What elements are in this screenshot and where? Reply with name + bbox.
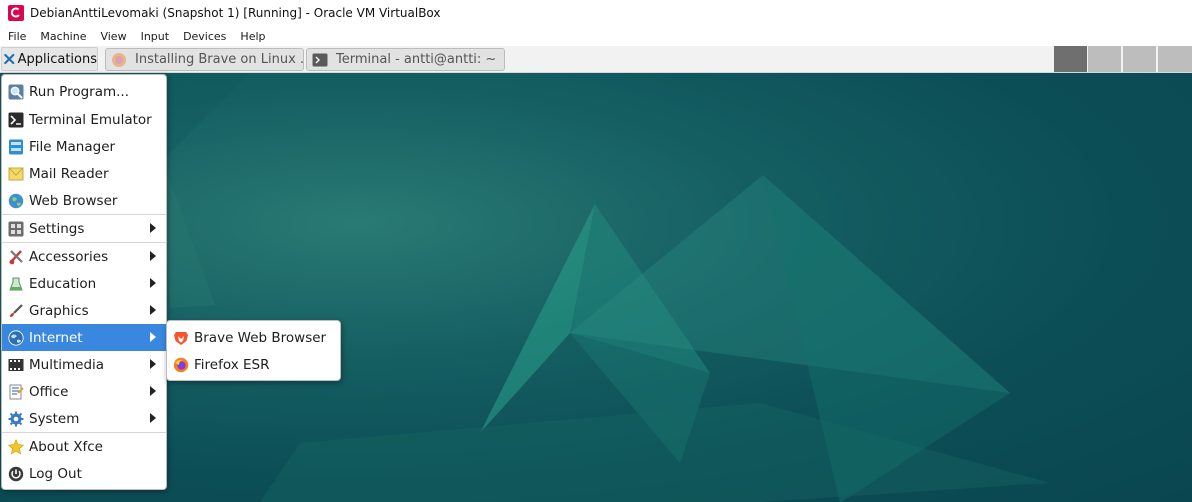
logout-icon	[8, 466, 24, 481]
search-icon	[8, 84, 24, 99]
submenu-arrow-icon	[150, 359, 156, 369]
accessories-icon	[9, 249, 23, 264]
menu-item-label: Settings	[29, 220, 85, 237]
menu-item-about-xfce[interactable]: About Xfce	[2, 433, 166, 460]
menu-item-web-browser[interactable]: Web Browser	[2, 187, 166, 214]
internet-submenu: Brave Web Browser Firefox ESR	[166, 320, 341, 381]
file-manager-icon	[9, 139, 23, 154]
taskbar-item-label: Terminal - antti@antti: ~	[336, 52, 497, 67]
firefox-icon	[112, 52, 126, 67]
menu-item-label: Terminal Emulator	[29, 111, 152, 128]
menu-item-label: Internet	[29, 329, 83, 346]
menu-input[interactable]: Input	[134, 30, 176, 43]
menu-item-system[interactable]: System	[2, 405, 166, 432]
menu-item-label: Web Browser	[29, 192, 118, 209]
menu-item-label: Education	[29, 275, 97, 292]
menu-item-office[interactable]: Office	[2, 378, 166, 405]
mail-icon	[8, 167, 24, 180]
debian-swirl-icon	[8, 5, 24, 21]
settings-icon	[8, 221, 24, 236]
education-icon	[9, 277, 23, 290]
star-icon	[8, 438, 24, 454]
firefox-icon	[173, 357, 189, 372]
menu-item-settings[interactable]: Settings	[2, 215, 166, 242]
brave-lion-icon	[174, 331, 188, 345]
menu-item-brave-web-browser[interactable]: Brave Web Browser	[167, 324, 340, 351]
menu-devices[interactable]: Devices	[176, 30, 233, 43]
menu-machine[interactable]: Machine	[33, 30, 93, 43]
menu-item-label: System	[29, 410, 80, 427]
office-icon	[9, 384, 24, 399]
submenu-arrow-icon	[150, 305, 156, 315]
menu-item-multimedia[interactable]: Multimedia	[2, 351, 166, 378]
menu-item-label: About Xfce	[29, 438, 103, 455]
terminal-icon	[312, 53, 328, 66]
taskbar-item-browser[interactable]: Installing Brave on Linux ...	[105, 48, 304, 71]
menu-item-label: Mail Reader	[29, 165, 109, 182]
submenu-arrow-icon	[150, 251, 156, 261]
menu-item-label: Firefox ESR	[194, 356, 270, 373]
taskbar-item-terminal[interactable]: Terminal - antti@antti: ~	[306, 48, 505, 71]
menu-item-firefox-esr[interactable]: Firefox ESR	[167, 351, 340, 378]
menu-item-label: Office	[29, 383, 69, 400]
taskbar-item-label: Installing Brave on Linux ...	[135, 52, 304, 67]
desktop-wallpaper[interactable]	[0, 73, 1192, 502]
menu-item-label: Accessories	[29, 248, 109, 265]
workspace-2[interactable]	[1087, 46, 1121, 72]
applications-menu-button[interactable]: Applications	[1, 47, 98, 71]
graphics-icon	[10, 303, 23, 317]
xfce-logo-icon	[4, 53, 15, 65]
menu-item-mail-reader[interactable]: Mail Reader	[2, 160, 166, 187]
submenu-arrow-icon	[150, 332, 156, 342]
applications-menu: Run Program... Terminal Emulator File Ma…	[1, 74, 167, 490]
menu-item-log-out[interactable]: Log Out	[2, 460, 166, 487]
submenu-arrow-icon	[150, 386, 156, 396]
terminal-icon	[8, 112, 24, 127]
menu-item-label: File Manager	[29, 138, 116, 155]
workspace-1[interactable]	[1053, 46, 1087, 72]
workspace-4[interactable]	[1157, 46, 1192, 72]
menu-file[interactable]: File	[0, 30, 33, 43]
submenu-arrow-icon	[150, 278, 156, 288]
xfce-panel: Applications Installing Brave on Linux .…	[0, 46, 1192, 73]
workspace-3[interactable]	[1122, 46, 1156, 72]
menu-help[interactable]: Help	[233, 30, 272, 43]
menu-item-accessories[interactable]: Accessories	[2, 243, 166, 270]
menu-item-file-manager[interactable]: File Manager	[2, 133, 166, 160]
menu-item-terminal-emulator[interactable]: Terminal Emulator	[2, 106, 166, 133]
menu-item-label: Log Out	[29, 465, 82, 482]
globe-icon	[8, 193, 24, 208]
wallpaper-shapes	[0, 73, 1050, 502]
submenu-arrow-icon	[150, 223, 156, 233]
menu-item-label: Multimedia	[29, 356, 105, 373]
menu-item-label: Run Program...	[29, 83, 130, 100]
menu-item-education[interactable]: Education	[2, 270, 166, 297]
menu-item-graphics[interactable]: Graphics	[2, 297, 166, 324]
menu-item-run-program[interactable]: Run Program...	[2, 78, 166, 105]
applications-label: Applications	[17, 51, 97, 67]
menu-item-internet[interactable]: Internet	[2, 324, 166, 351]
multimedia-icon	[8, 358, 24, 371]
vbox-menubar: File Machine View Input Devices Help	[0, 26, 1192, 46]
menu-item-label: Graphics	[29, 302, 89, 319]
submenu-arrow-icon	[150, 413, 156, 423]
internet-icon	[8, 329, 24, 346]
menu-view[interactable]: View	[93, 30, 133, 43]
window-titlebar: DebianAnttiLevomaki (Snapshot 1) [Runnin…	[0, 0, 1192, 26]
system-gear-icon	[8, 411, 24, 426]
window-title: DebianAnttiLevomaki (Snapshot 1) [Runnin…	[30, 6, 441, 20]
menu-item-label: Brave Web Browser	[194, 329, 327, 346]
